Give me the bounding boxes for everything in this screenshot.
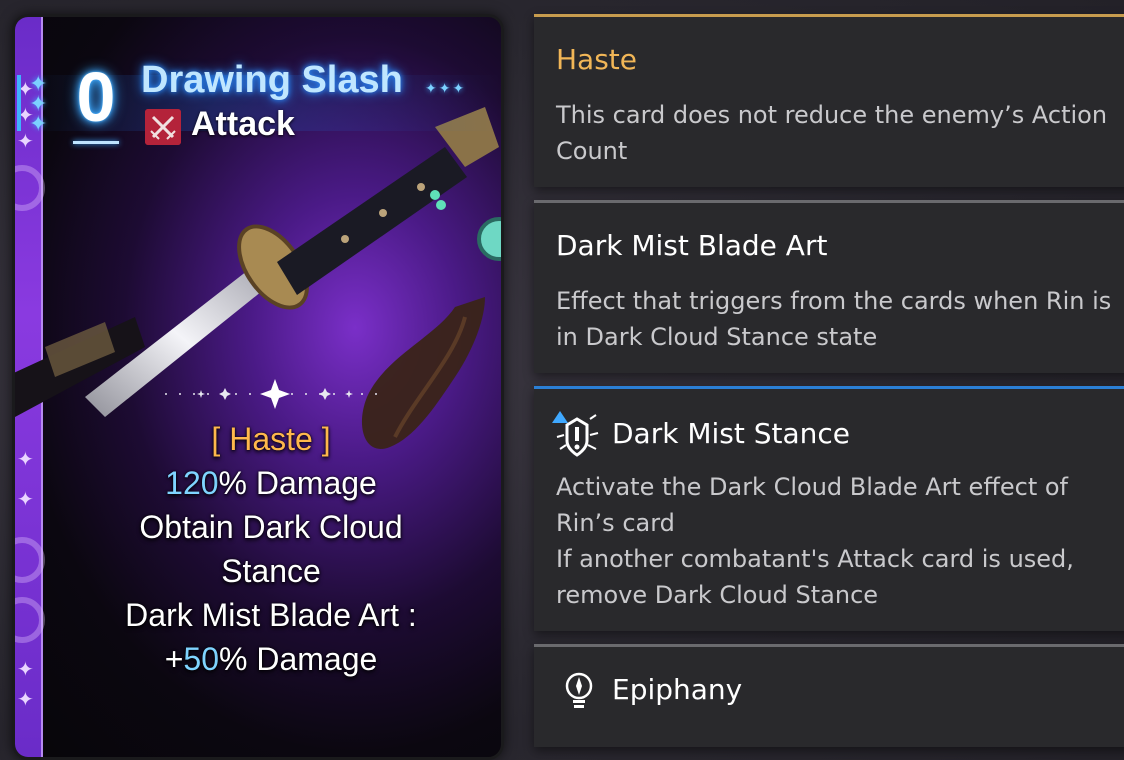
epiphany-icon xyxy=(565,672,593,708)
stance-icon xyxy=(552,411,599,457)
panel-title: Dark Mist Blade Art xyxy=(556,229,828,262)
card-name: Drawing Slash xyxy=(141,59,403,101)
panel-description: This card does not reduce the enemy’s Ac… xyxy=(556,101,1108,165)
attack-type-icon xyxy=(145,109,181,145)
sparkle-right-icon: ✦✦✦ xyxy=(425,81,467,97)
panel-description: Activate the Dark Cloud Blade Art effect… xyxy=(556,473,1074,609)
keyword-panel-dark-mist-stance: Dark Mist Stance Activate the Dark Cloud… xyxy=(534,386,1124,631)
cost-underline xyxy=(73,141,119,144)
panel-title: Epiphany xyxy=(612,673,743,706)
panel-title: Dark Mist Stance xyxy=(612,417,851,450)
panel-description: Effect that triggers from the cards when… xyxy=(556,287,1112,351)
bonus-line: +50% Damage xyxy=(164,641,378,677)
panel-title: Haste xyxy=(556,43,638,76)
skill-card[interactable]: ✦ ✦ ✦ ✦ ✦ ✦ ✦ ✦ ✦✦✦ 0 Drawing Slash Atta… xyxy=(12,14,504,760)
effect-line: Dark Mist Blade Art : xyxy=(125,597,417,633)
keyword-panel-haste: Haste This card does not reduce the enem… xyxy=(534,14,1124,187)
keyword-haste: [ Haste ] xyxy=(211,421,331,457)
keyword-panel-dark-mist-blade-art: Dark Mist Blade Art Effect that triggers… xyxy=(534,200,1124,373)
cost-value: 0 xyxy=(76,58,116,136)
effect-line: Stance xyxy=(221,553,321,589)
effect-line: Obtain Dark Cloud xyxy=(139,509,403,545)
sparkle-left-icon: ✦ ✦ ✦ xyxy=(29,72,48,137)
ornament-divider xyxy=(165,379,385,409)
card-effect-text: [ Haste ] 120% Damage Obtain Dark Cloud … xyxy=(71,417,471,681)
damage-line: 120% Damage xyxy=(165,465,377,501)
card-type: Attack xyxy=(191,105,295,143)
card-cost: 0 xyxy=(71,58,121,144)
